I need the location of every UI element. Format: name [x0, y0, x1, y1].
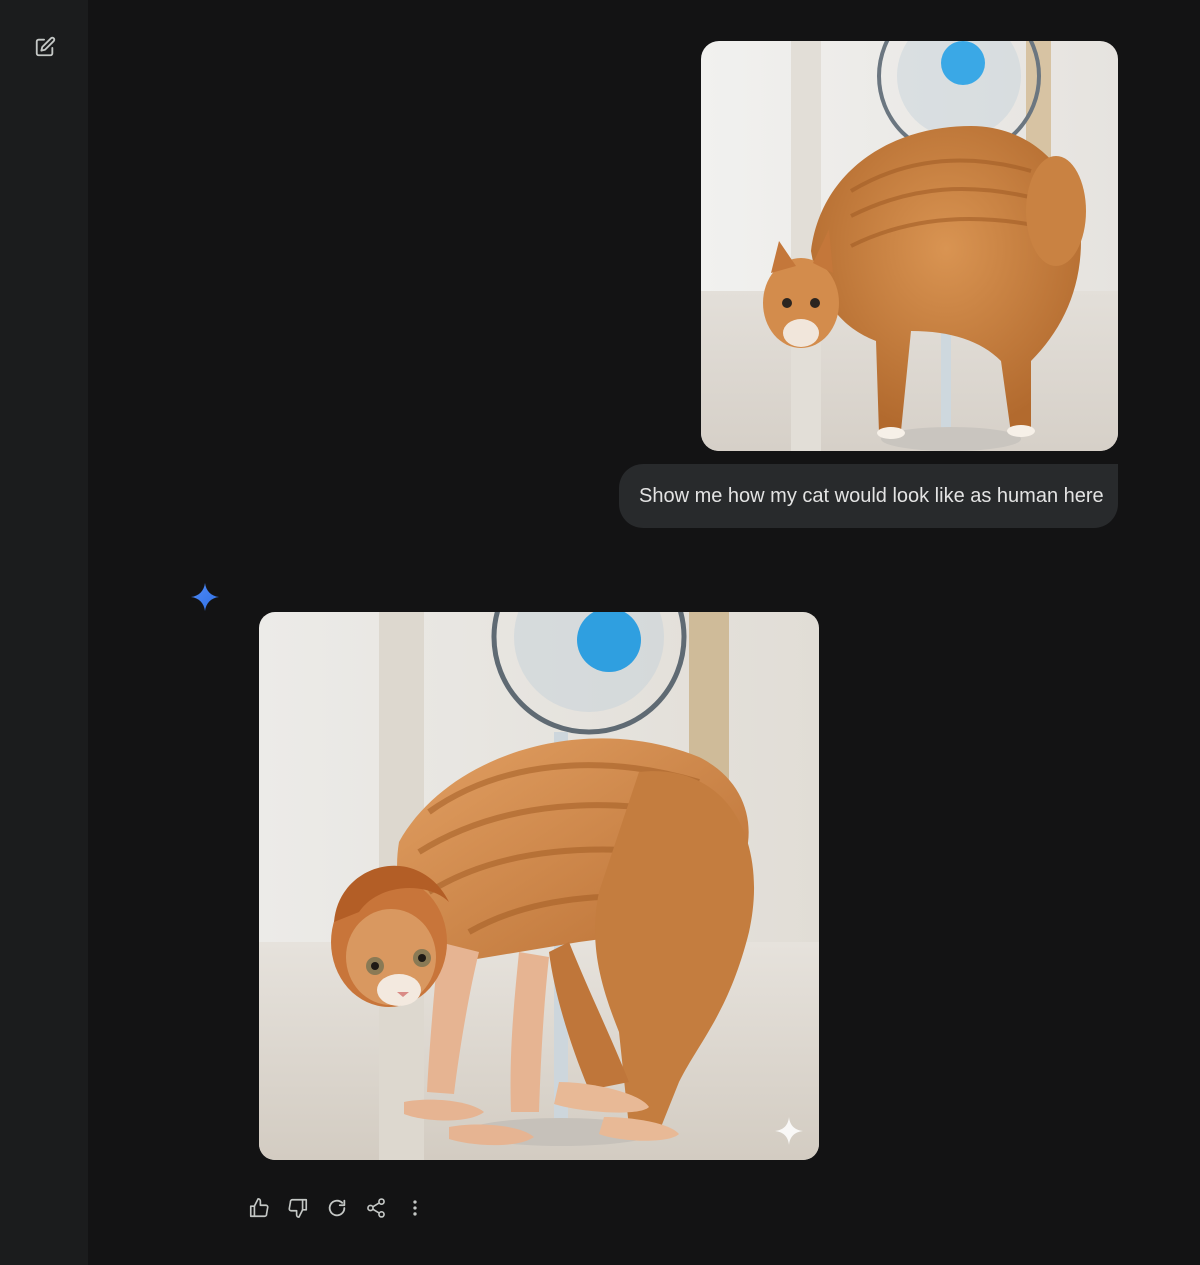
thumbs-down-icon — [288, 1198, 308, 1218]
edit-square-icon — [35, 36, 56, 57]
human-cat-photo — [259, 612, 819, 1160]
share-button[interactable] — [356, 1188, 396, 1228]
user-prompt-bubble: Show me how my cat would look like as hu… — [619, 464, 1118, 528]
more-vert-icon — [413, 1200, 417, 1216]
user-prompt-text: Show me how my cat would look like as hu… — [639, 484, 1104, 507]
thumbs-down-button[interactable] — [278, 1188, 318, 1228]
refresh-icon — [328, 1199, 346, 1217]
new-chat-button[interactable] — [28, 30, 62, 64]
more-options-button[interactable] — [395, 1188, 435, 1228]
user-uploaded-image[interactable] — [701, 41, 1118, 451]
thumbs-up-icon — [249, 1198, 269, 1218]
cat-photo — [701, 41, 1118, 451]
chat-app: Show me how my cat would look like as hu… — [0, 0, 1200, 1265]
thumbs-up-button[interactable] — [239, 1188, 279, 1228]
chat-main: Show me how my cat would look like as hu… — [88, 0, 1200, 1265]
share-icon — [367, 1198, 385, 1218]
regenerate-button[interactable] — [317, 1188, 357, 1228]
generated-image[interactable] — [259, 612, 819, 1160]
gemini-spark-icon — [191, 583, 219, 611]
response-actions — [239, 1188, 434, 1228]
sidebar — [0, 0, 88, 1265]
